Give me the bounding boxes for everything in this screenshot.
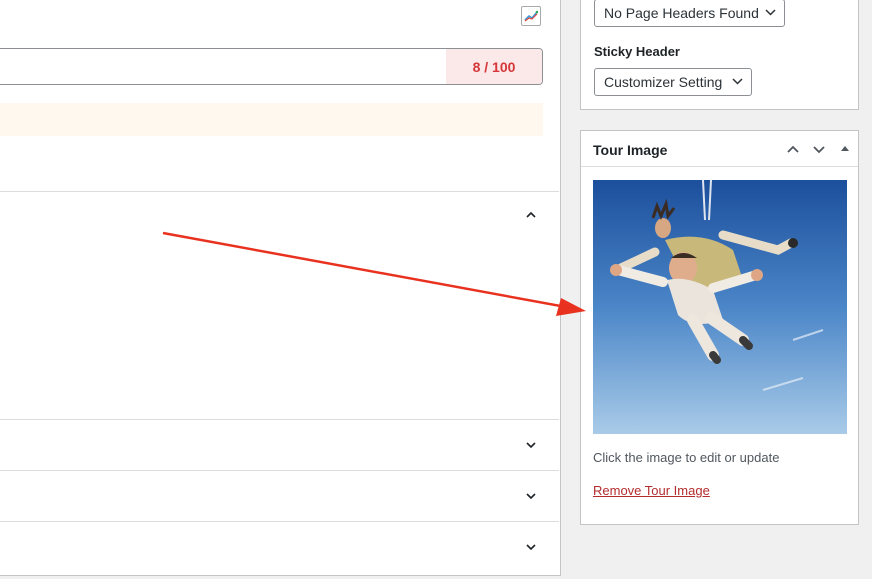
tour-image[interactable] <box>593 180 847 434</box>
chevron-down-icon <box>732 78 743 85</box>
sticky-header-select-value: Customizer Setting <box>604 74 723 90</box>
section-collapse-button[interactable] <box>521 206 541 226</box>
editor-panel <box>0 0 561 576</box>
section-divider <box>0 521 559 522</box>
trend-chart-button[interactable] <box>521 6 541 26</box>
tour-image-box: Tour Image Click the image to edit or up… <box>580 130 859 525</box>
toggle-panel-button[interactable] <box>839 141 857 157</box>
section-divider <box>0 470 559 471</box>
section-expand-button[interactable] <box>521 436 541 456</box>
chevron-up-icon <box>526 211 536 218</box>
page-header-settings-box: No Page Headers Found Sticky Header Cust… <box>580 0 859 110</box>
box-header-divider <box>581 166 858 167</box>
chevron-down-icon <box>526 544 536 551</box>
trend-chart-icon <box>524 10 538 22</box>
section-expand-button[interactable] <box>521 538 541 558</box>
caret-up-icon <box>841 146 849 151</box>
section-divider <box>0 419 559 420</box>
sticky-header-select[interactable]: Customizer Setting <box>594 68 752 96</box>
seo-title-input[interactable]: 8 / 100 <box>0 48 543 85</box>
image-help-text: Click the image to edit or update <box>593 450 780 465</box>
chevron-down-icon <box>765 9 776 16</box>
page-headers-select-value: No Page Headers Found <box>604 5 759 21</box>
character-count-badge: 8 / 100 <box>446 49 542 84</box>
chevron-down-icon <box>526 442 536 449</box>
chevron-down-icon <box>526 493 536 500</box>
notice-bar <box>0 103 543 136</box>
move-down-button[interactable] <box>811 141 829 157</box>
section-expand-button[interactable] <box>521 487 541 507</box>
chevron-down-icon <box>813 146 825 154</box>
page-headers-select[interactable]: No Page Headers Found <box>594 0 785 27</box>
remove-tour-image-link[interactable]: Remove Tour Image <box>593 483 710 498</box>
move-up-button[interactable] <box>785 141 803 157</box>
tour-image-box-title: Tour Image <box>593 142 668 158</box>
sticky-header-label: Sticky Header <box>594 44 680 59</box>
chevron-up-icon <box>787 145 799 153</box>
section-divider <box>0 191 559 192</box>
